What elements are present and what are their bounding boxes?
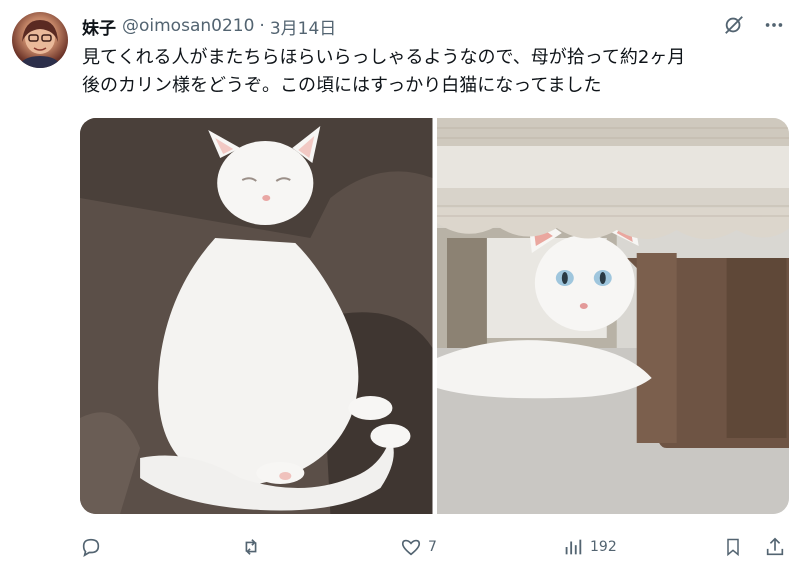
views-icon (565, 539, 582, 555)
repost-button[interactable] (240, 536, 268, 558)
share-button[interactable] (764, 536, 786, 558)
author-avatar[interactable] (12, 12, 68, 68)
share-icon (766, 537, 784, 556)
post-top-icons (723, 14, 785, 36)
like-count: 7 (428, 539, 437, 555)
reply-icon (82, 538, 100, 557)
separator-dot: · (259, 16, 265, 36)
post-text: 見てくれる人がまたちらほらいらっしゃるようなので、母が拾って約2ヶ月 後のカリン… (82, 47, 686, 96)
author-handle[interactable]: @oimosan0210 (122, 16, 254, 36)
grok-icon[interactable] (723, 14, 745, 36)
post-action-bar: 7 192 (80, 530, 789, 564)
views-button[interactable]: 192 (562, 536, 617, 558)
like-icon (401, 539, 421, 556)
repost-icon (245, 539, 257, 555)
more-options-icon[interactable] (763, 14, 785, 36)
author-name[interactable]: 妹子 (82, 14, 116, 39)
post-media (80, 118, 789, 514)
photo-cat-under-curtain[interactable] (436, 118, 789, 514)
bookmark-icon (727, 538, 739, 557)
post-date[interactable]: 3月14日 (270, 14, 336, 39)
view-count: 192 (590, 539, 617, 555)
post-header: 妹子 @oimosan0210 · 3月14日 (82, 13, 336, 39)
bookmark-button[interactable] (723, 536, 743, 558)
like-button[interactable]: 7 (400, 536, 437, 558)
reply-button[interactable] (80, 536, 108, 558)
photo-sleeping-cat[interactable] (80, 118, 433, 514)
